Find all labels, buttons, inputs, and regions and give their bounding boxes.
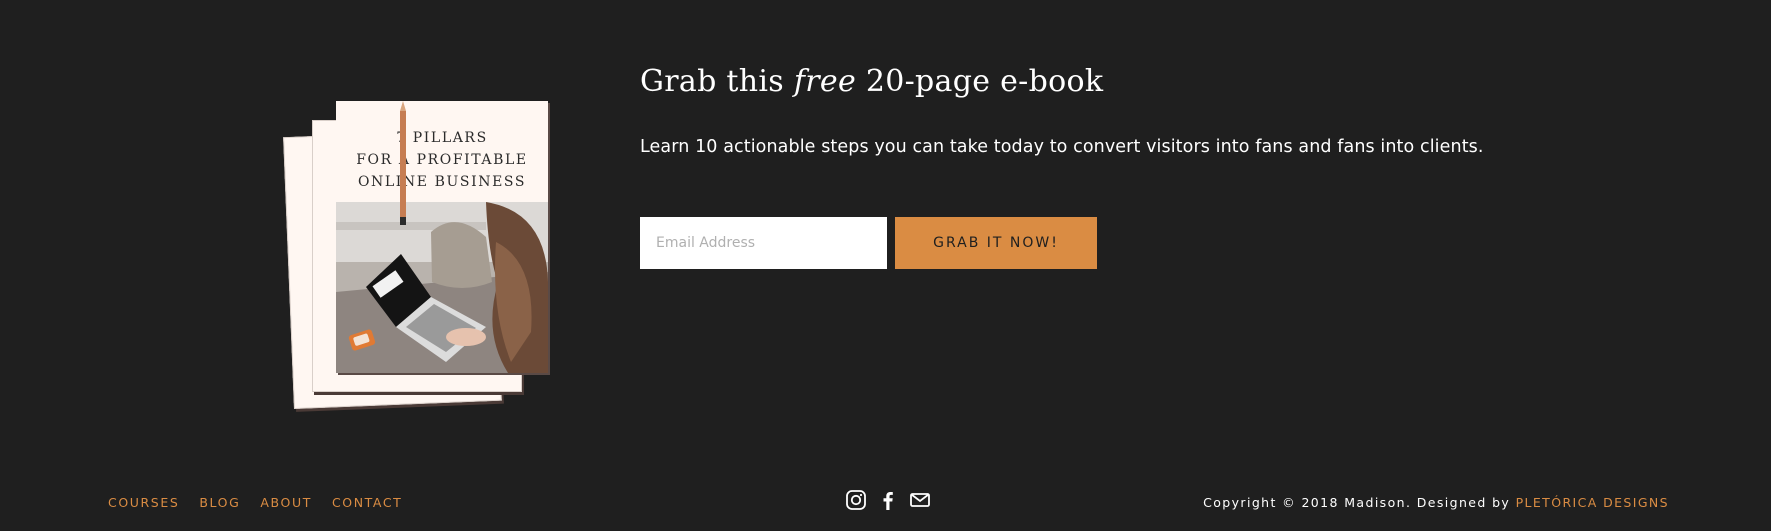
social-links xyxy=(845,489,931,511)
designer-credit-link[interactable]: PLETÓRICA DESIGNS xyxy=(1516,495,1669,510)
pencil-illustration xyxy=(400,101,406,225)
footer-link-courses[interactable]: COURSES xyxy=(108,495,179,510)
copyright-notice: Copyright © 2018 Madison. Designed by PL… xyxy=(1203,495,1669,510)
ebook-cover-photo xyxy=(336,202,548,373)
headline-text-end: 20-page e-book xyxy=(856,64,1104,99)
facebook-icon[interactable] xyxy=(877,489,899,511)
headline-text: Grab this xyxy=(640,64,794,99)
footer-nav: COURSES BLOG ABOUT CONTACT xyxy=(108,495,422,510)
footer-link-blog[interactable]: BLOG xyxy=(199,495,240,510)
cover-line: 7 PILLARS xyxy=(396,130,488,146)
email-icon[interactable] xyxy=(909,489,931,511)
email-field[interactable] xyxy=(640,217,887,269)
optin-headline: Grab this free 20-page e-book xyxy=(640,64,1103,99)
footer-link-about[interactable]: ABOUT xyxy=(260,495,312,510)
cover-line: ONLINE BUSINESS xyxy=(357,174,527,190)
optin-description: Learn 10 actionable steps you can take t… xyxy=(640,137,1484,157)
ebook-cover: 7 PILLARS FOR A PROFITABLE ONLINE BUSINE… xyxy=(336,101,548,373)
ebook-mockup: 7 PILLARS FOR A PROFITABLE ONLINE BUSINE… xyxy=(283,82,560,417)
instagram-icon[interactable] xyxy=(845,489,867,511)
ebook-cover-title: 7 PILLARS FOR A PROFITABLE ONLINE BUSINE… xyxy=(336,127,548,193)
grab-ebook-button[interactable]: GRAB IT NOW! xyxy=(895,217,1097,269)
footer-link-contact[interactable]: CONTACT xyxy=(332,495,402,510)
cover-line: FOR A PROFITABLE xyxy=(356,152,528,168)
headline-emphasis: free xyxy=(793,64,856,99)
copyright-text: Copyright © 2018 Madison. Designed by xyxy=(1203,495,1516,510)
